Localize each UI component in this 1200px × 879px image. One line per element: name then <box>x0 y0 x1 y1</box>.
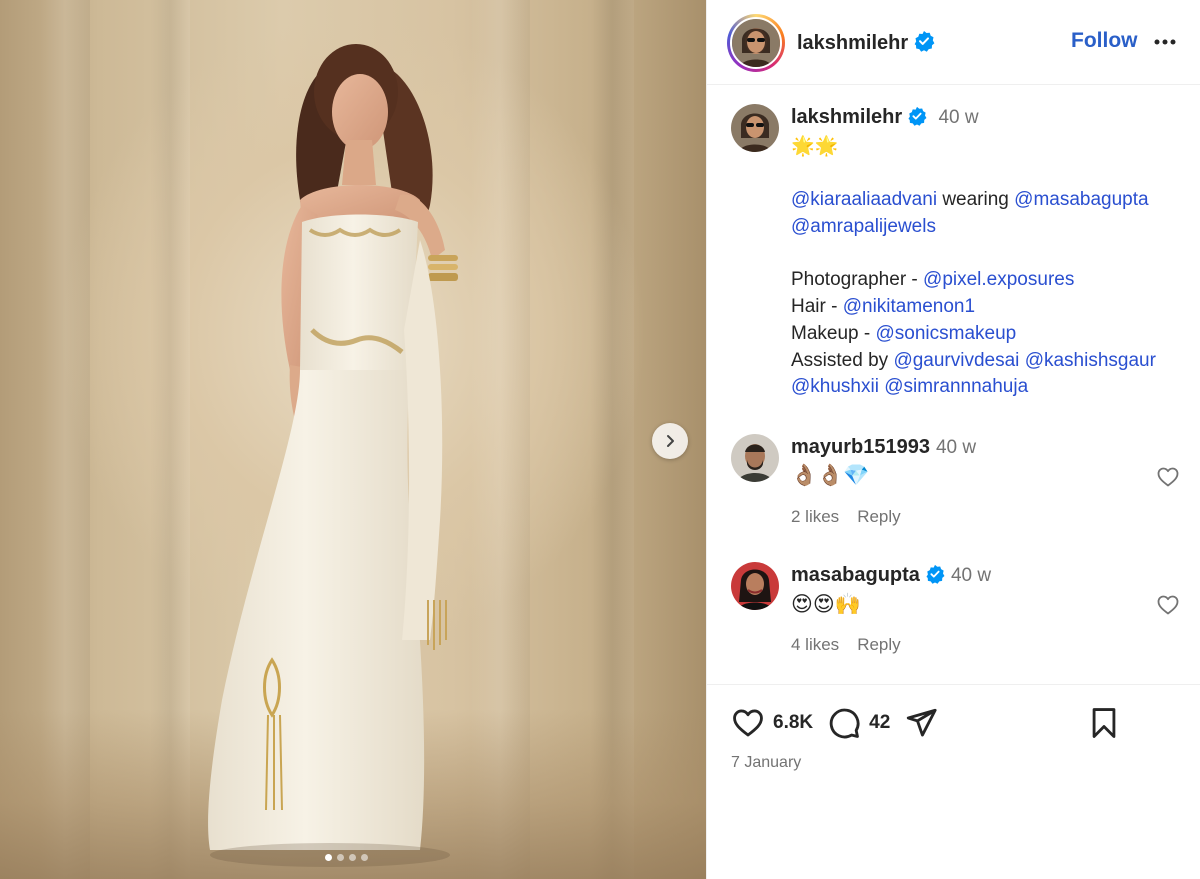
chevron-right-icon <box>667 435 674 447</box>
caption-line: Makeup - @sonicsmakeup <box>791 321 1191 348</box>
mention-link[interactable]: @kiaraaliaadvani <box>791 189 937 210</box>
comment-text: 😍😍🙌 <box>791 593 861 616</box>
like-count[interactable]: 6.8K <box>773 712 813 734</box>
caption-text-segment: Assisted by <box>791 349 894 371</box>
caption-time: 40 w <box>938 107 979 128</box>
caption-text-segment: Photographer - <box>791 269 924 291</box>
mention-link[interactable]: @gaurvivdesai <box>893 350 1019 371</box>
caption-text-segment: wearing <box>937 189 1015 211</box>
comment-like-heart-icon[interactable] <box>1156 465 1180 489</box>
comment-username[interactable]: mayurb151993 <box>791 436 930 458</box>
comment-count[interactable]: 42 <box>869 712 890 734</box>
comment-header: mayurb151993 40 w <box>791 436 976 459</box>
comment-username[interactable]: masabagupta <box>791 564 920 586</box>
mention-link[interactable]: @amrapalijewels <box>791 216 936 237</box>
comment-avatar[interactable] <box>731 562 779 610</box>
caption-line: Photographer - @pixel.exposures <box>791 267 1191 294</box>
caption-text: 🌟🌟 @kiaraaliaadvani wearing @masabagupta… <box>791 134 1191 401</box>
avatar-image <box>731 434 779 482</box>
follow-button[interactable]: Follow <box>1071 29 1138 53</box>
comment-meta: 2 likes Reply <box>791 507 919 527</box>
carousel-dot <box>349 854 356 861</box>
comment-avatar[interactable] <box>731 434 779 482</box>
mention-link[interactable]: @simrannnahuja <box>884 376 1028 397</box>
caption-header: lakshmilehr 40 w <box>791 106 979 129</box>
caption-text-segment: Makeup - <box>791 322 876 344</box>
comment-meta: 4 likes Reply <box>791 635 919 655</box>
caption-line: Hair - @nikitamenon1 <box>791 294 1191 321</box>
post-image[interactable] <box>0 0 706 879</box>
carousel-dot <box>325 854 332 861</box>
like-heart-icon[interactable] <box>731 706 765 740</box>
caption-line: @amrapalijewels <box>791 214 1191 241</box>
avatar-image <box>732 19 780 67</box>
avatar-image <box>731 562 779 610</box>
avatar[interactable] <box>727 14 785 72</box>
mention-link[interactable]: @sonicsmakeup <box>875 323 1016 344</box>
comment-time: 40 w <box>950 565 992 586</box>
more-options-icon[interactable] <box>1151 28 1179 56</box>
caption-lines: @kiaraaliaadvani wearing @masabagupta @am… <box>791 187 1191 401</box>
caption-avatar[interactable] <box>731 104 779 152</box>
verified-badge-icon <box>908 106 927 126</box>
caption-line: @khushxii @simrannnahuja <box>791 374 1191 401</box>
comment-likes[interactable]: 4 likes <box>791 635 839 654</box>
mention-link[interactable]: @khushxii <box>791 376 879 397</box>
carousel-dot <box>337 854 344 861</box>
post-date: 7 January <box>731 754 802 771</box>
mention-link[interactable]: @masabagupta <box>1014 189 1148 210</box>
comment-like-heart-icon[interactable] <box>1156 593 1180 617</box>
carousel-dot <box>361 854 368 861</box>
caption-line: @kiaraaliaadvani wearing @masabagupta <box>791 187 1191 214</box>
comment-icon[interactable] <box>827 706 861 740</box>
next-image-button[interactable] <box>652 423 688 459</box>
caption-line: Assisted by @gaurvivdesai @kashishsgaur <box>791 348 1191 375</box>
divider <box>707 684 1200 685</box>
caption-emoji: 🌟🌟 <box>791 136 839 157</box>
header-username-text[interactable]: lakshmilehr <box>797 32 908 54</box>
comment-reply-button[interactable]: Reply <box>857 635 900 654</box>
header-username[interactable]: lakshmilehr <box>797 30 935 55</box>
action-bar: 6.8K 42 <box>731 703 938 743</box>
save-bookmark-icon[interactable] <box>1087 706 1121 740</box>
mention-link[interactable]: @nikitamenon1 <box>843 296 975 317</box>
mention-link[interactable]: @pixel.exposures <box>923 269 1074 290</box>
comment-text: 👌🏽👌🏽💎 <box>791 464 870 487</box>
carousel-indicator <box>325 854 368 861</box>
avatar-image <box>731 104 779 152</box>
model-figure <box>208 44 458 867</box>
caption-text-segment: Hair - <box>791 296 843 318</box>
share-icon[interactable] <box>904 706 938 740</box>
verified-badge-icon <box>926 564 945 584</box>
mention-link[interactable]: @kashishsgaur <box>1025 350 1156 371</box>
post-sidebar: lakshmilehr Follow lakshmilehr 40 w 🌟🌟 @… <box>706 0 1200 879</box>
post-header: lakshmilehr Follow <box>707 0 1200 85</box>
caption-username[interactable]: lakshmilehr <box>791 106 902 128</box>
caption-line <box>791 241 1191 268</box>
verified-badge-icon <box>914 31 935 52</box>
comment-header: masabagupta 40 w <box>791 564 991 587</box>
comment-reply-button[interactable]: Reply <box>857 507 900 526</box>
comment-time: 40 w <box>935 437 977 458</box>
comment-likes[interactable]: 2 likes <box>791 507 839 526</box>
